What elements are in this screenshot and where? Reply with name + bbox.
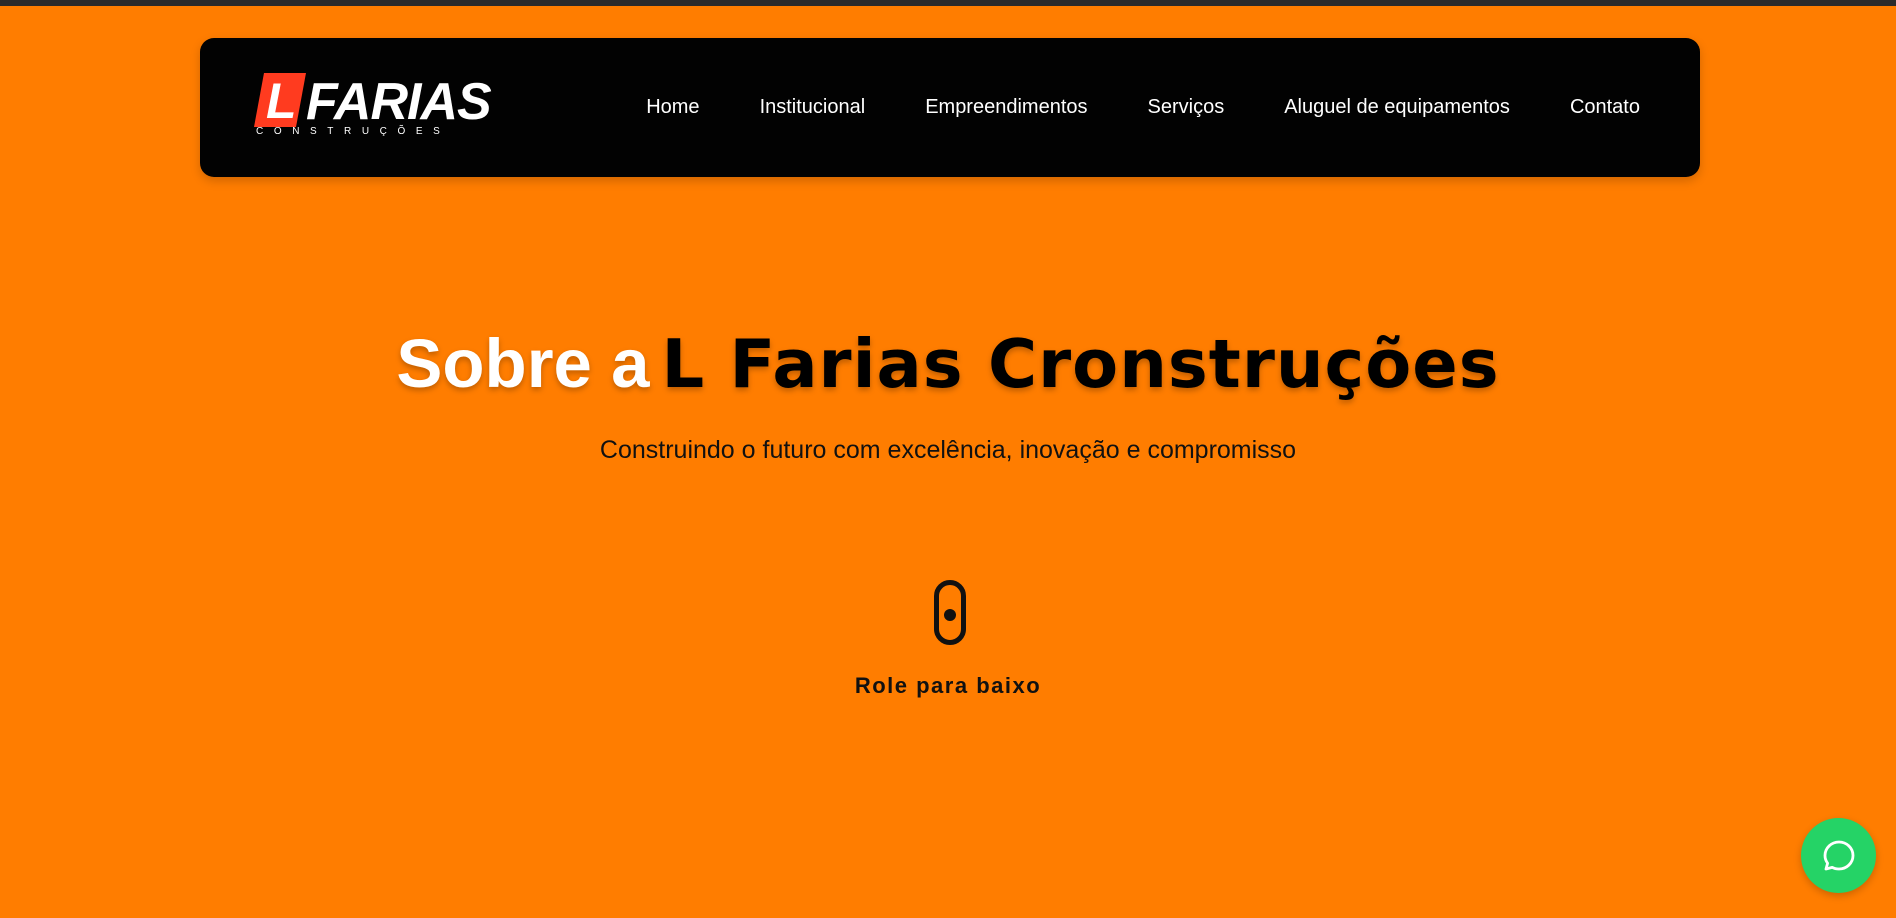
nav-item-servicos[interactable]: Serviços: [1148, 96, 1225, 119]
logo-name: FARIAS: [306, 73, 492, 131]
nav-item-home[interactable]: Home: [646, 96, 699, 119]
scroll-down-label: Role para baixo: [854, 673, 1042, 698]
hero-title-prefix: Sobre a: [396, 325, 650, 402]
hero-title-highlight: L Farias Cronstruções: [661, 325, 1500, 403]
logo-letter: L: [266, 73, 297, 129]
hero-subtitle: Construindo o futuro com excelência, ino…: [599, 436, 1297, 464]
nav-item-contato[interactable]: Contato: [1570, 96, 1640, 119]
navbar: L FARIAS CONSTRUÇÕES Home Institucional …: [200, 38, 1700, 177]
logo-tagline: CONSTRUÇÕES: [256, 126, 451, 137]
mouse-scroll-icon[interactable]: [934, 580, 966, 645]
main-navigation: Home Institucional Empreendimentos Servi…: [646, 38, 1640, 177]
nav-item-aluguel-de-equipamentos[interactable]: Aluguel de equipamentos: [1284, 96, 1510, 119]
brand-logo[interactable]: L FARIAS CONSTRUÇÕES: [254, 73, 492, 143]
nav-item-empreendimentos[interactable]: Empreendimentos: [925, 96, 1087, 119]
nav-item-institucional[interactable]: Institucional: [760, 96, 866, 119]
hero-section: L FARIAS CONSTRUÇÕES Home Institucional …: [0, 6, 1896, 918]
whatsapp-chat-icon: [1823, 840, 1854, 870]
whatsapp-chat-button[interactable]: [1801, 818, 1876, 893]
hero-title: Sobre aL Farias Cronstruções: [0, 324, 1896, 416]
